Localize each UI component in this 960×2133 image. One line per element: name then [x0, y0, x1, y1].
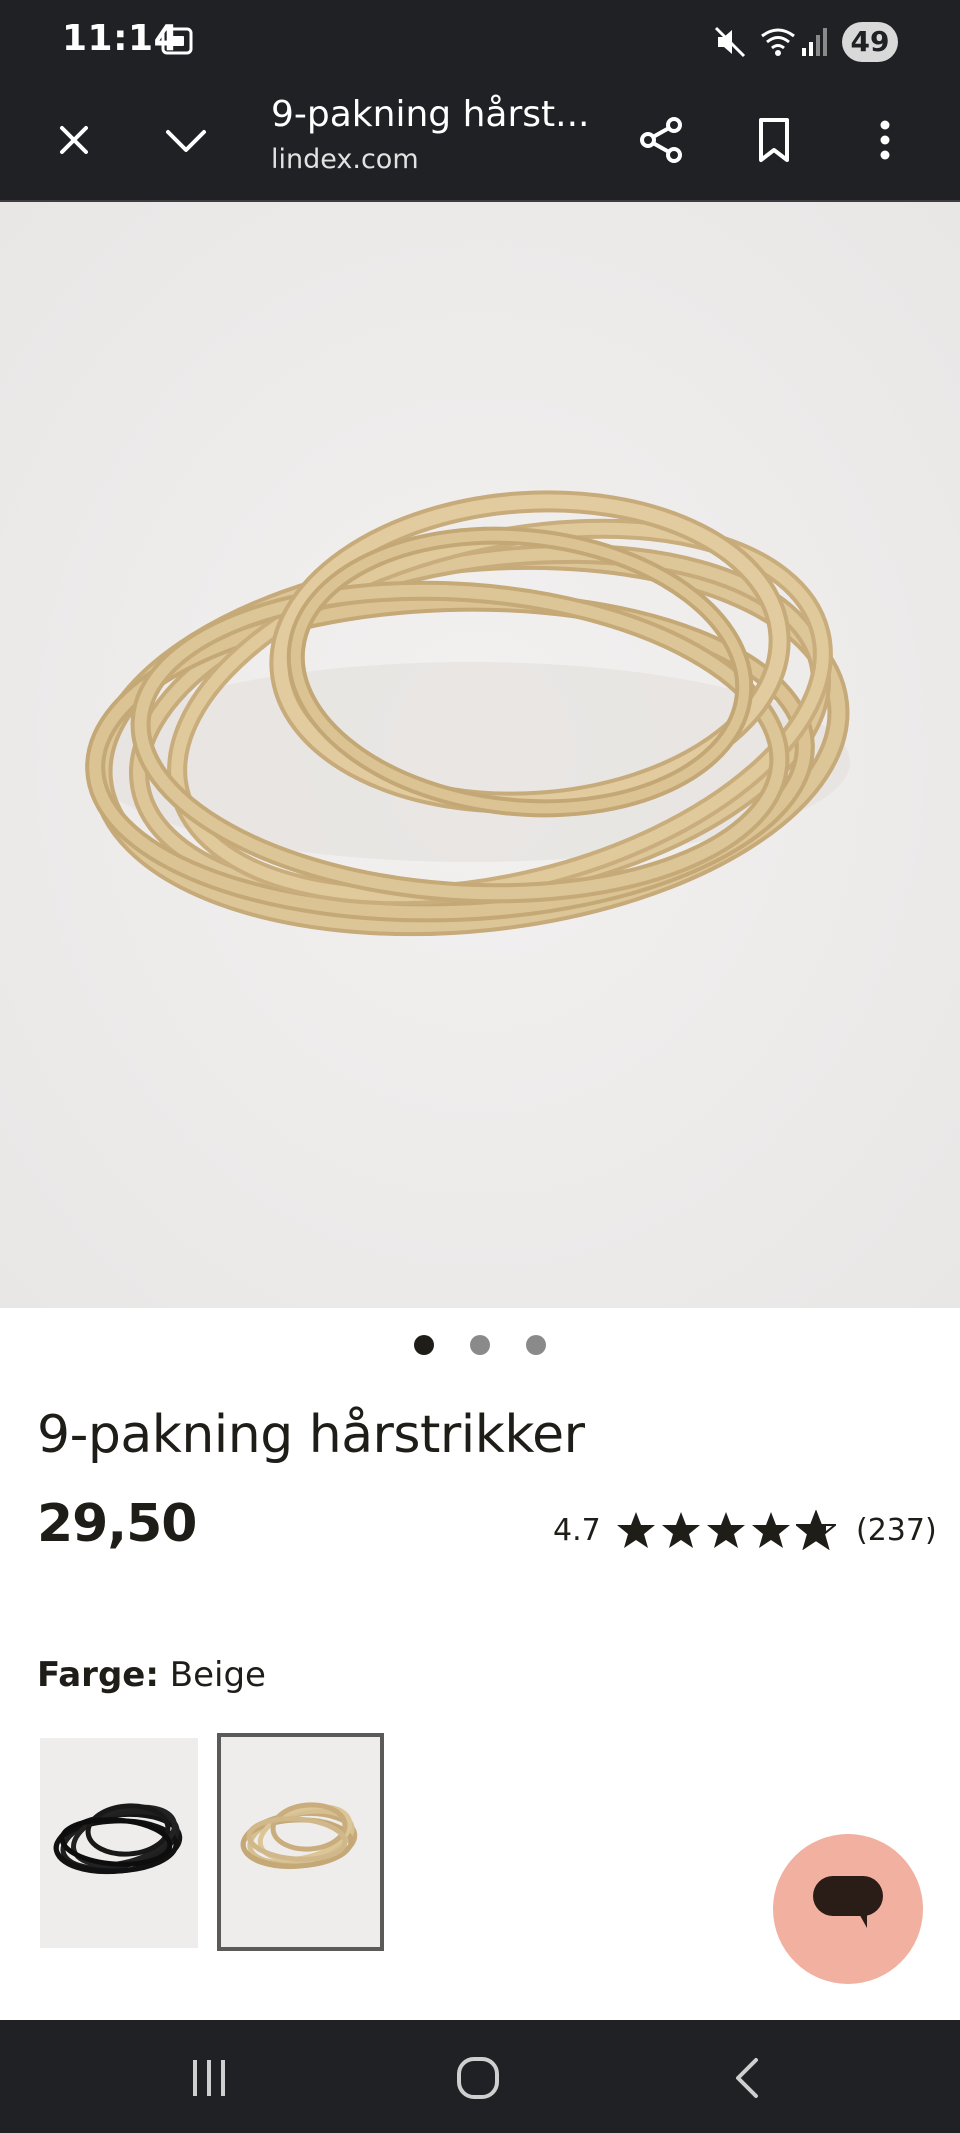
more-vert-icon[interactable]: [857, 112, 913, 168]
product-title: 9-pakning hårstrikker: [37, 1405, 585, 1465]
rating-value[interactable]: 4.7: [553, 1513, 601, 1548]
swatch-black[interactable]: [40, 1738, 198, 1948]
carousel-dot-2[interactable]: [470, 1335, 490, 1355]
product-image[interactable]: [0, 202, 960, 1308]
color-row: Farge: Beige: [37, 1655, 266, 1695]
star-partial-icon: [796, 1510, 836, 1550]
chevron-down-icon[interactable]: [158, 112, 214, 168]
browser-toolbar: 9-pakning hårst... lindex.com: [0, 84, 960, 202]
screenshot-icon: [161, 27, 193, 55]
product-price: 29,50: [37, 1494, 197, 1554]
hair-ties-image: [0, 202, 960, 1308]
signal-icon: [802, 28, 827, 56]
status-bar: 11:14 49: [0, 0, 960, 84]
star-icon: [617, 1512, 655, 1548]
home-icon[interactable]: [452, 2052, 504, 2104]
chat-bubble-icon: [813, 1876, 883, 1928]
recents-icon[interactable]: [183, 2052, 235, 2104]
wifi-icon: [761, 28, 795, 56]
star-icon: [752, 1512, 790, 1548]
page-title[interactable]: 9-pakning hårst...: [271, 94, 591, 135]
share-icon[interactable]: [633, 112, 689, 168]
back-icon[interactable]: [722, 2052, 774, 2104]
carousel-dot-1[interactable]: [414, 1335, 434, 1355]
star-icon: [662, 1512, 700, 1548]
chat-button[interactable]: [773, 1834, 923, 1984]
review-count[interactable]: (237): [856, 1513, 937, 1548]
color-value: Beige: [169, 1655, 266, 1695]
close-icon[interactable]: [46, 112, 102, 168]
bookmark-icon[interactable]: [746, 112, 802, 168]
star-icon: [707, 1512, 745, 1548]
beige-hair-ties-thumbnail: [221, 1737, 380, 1947]
battery-badge: 49: [842, 22, 898, 62]
carousel-dot-3[interactable]: [526, 1335, 546, 1355]
swatch-beige-selected[interactable]: [217, 1733, 384, 1951]
black-hair-ties-thumbnail: [40, 1738, 198, 1948]
mute-icon: [714, 26, 746, 58]
page-url[interactable]: lindex.com: [271, 144, 419, 175]
system-nav-bar: [0, 2020, 960, 2133]
color-label: Farge:: [37, 1655, 159, 1695]
